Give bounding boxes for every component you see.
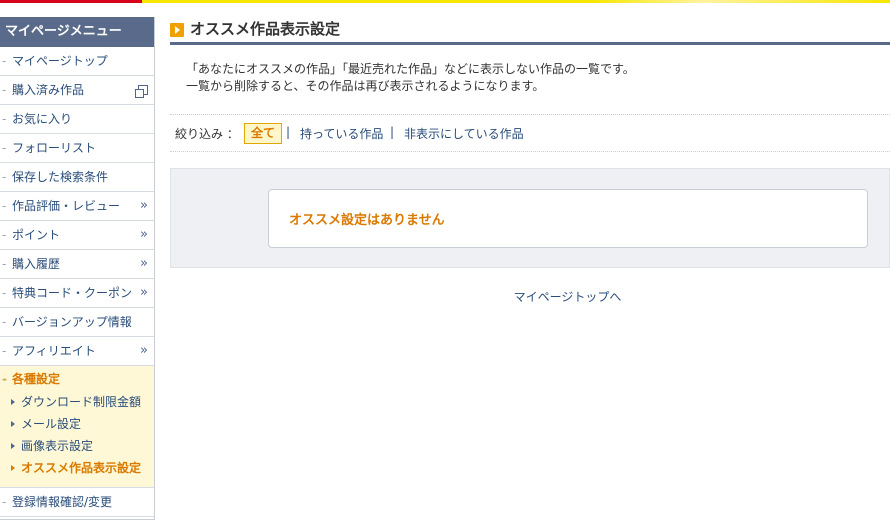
settings-item-label: ダウンロード制限金額 xyxy=(21,395,142,409)
dash-marker: - xyxy=(2,170,7,184)
dash-marker: - xyxy=(2,315,7,329)
settings-item-image-display[interactable]: 画像表示設定 xyxy=(0,435,154,457)
sidebar: マイページメニュー - マイページトップ - 購入済み作品 - お気に入り - … xyxy=(0,17,155,520)
settings-item-label: オススメ作品表示設定 xyxy=(21,461,142,475)
sidebar-item-label: フォローリスト xyxy=(12,141,97,155)
sidebar-item-label: お気に入り xyxy=(12,112,73,126)
play-arrow-icon xyxy=(170,23,184,37)
top-accent-yellow xyxy=(142,0,890,3)
dash-marker: - xyxy=(2,83,7,97)
settings-item-recommend-display[interactable]: オススメ作品表示設定 xyxy=(0,457,154,479)
sidebar-item-account-info[interactable]: - 登録情報確認/変更 xyxy=(0,488,154,517)
settings-heading-label: 各種設定 xyxy=(12,372,61,386)
settings-heading[interactable]: - 各種設定 xyxy=(0,366,154,391)
sidebar-item-follow-list[interactable]: - フォローリスト xyxy=(0,134,154,163)
dash-marker: - xyxy=(2,228,7,242)
triangle-right-icon xyxy=(11,465,15,471)
sidebar-item-label: マイページトップ xyxy=(12,54,108,68)
dash-marker: - xyxy=(2,344,7,358)
page-description: 「あなたにオススメの作品」「最近売れた作品」などに表示しない作品の一覧です。 一… xyxy=(186,61,876,95)
filter-owned-link[interactable]: 持っている作品 xyxy=(300,125,383,142)
sidebar-item-label: 登録情報確認/変更 xyxy=(12,495,113,509)
page-title: オススメ作品表示設定 xyxy=(190,20,341,38)
sidebar-item-coupons[interactable]: - 特典コード・クーポン » xyxy=(0,279,154,308)
chevron-right-icon: » xyxy=(140,285,148,300)
sidebar-item-label: 保存した検索条件 xyxy=(12,170,109,184)
results-area: オススメ設定はありません xyxy=(170,168,890,268)
empty-notice: オススメ設定はありません xyxy=(268,189,868,248)
chevron-right-icon: » xyxy=(140,198,148,213)
triangle-right-icon xyxy=(11,421,15,427)
sidebar-item-affiliate[interactable]: - アフィリエイト » xyxy=(0,337,154,366)
sidebar-item-purchase-history[interactable]: - 購入履歴 » xyxy=(0,250,154,279)
sidebar-item-label: 購入履歴 xyxy=(12,257,61,271)
dash-marker: - xyxy=(2,199,7,213)
chevron-right-icon: » xyxy=(140,227,148,242)
sidebar-item-points[interactable]: - ポイント » xyxy=(0,221,154,250)
settings-item-mail[interactable]: メール設定 xyxy=(0,413,154,435)
dash-marker: - xyxy=(2,112,7,126)
filter-all-button[interactable]: 全て xyxy=(244,123,283,144)
sidebar-item-label: アフィリエイト xyxy=(12,344,96,358)
sidebar-item-label: 特典コード・クーポン xyxy=(12,286,133,300)
dash-marker: - xyxy=(2,495,7,509)
sidebar-item-version-up[interactable]: - バージョンアップ情報 xyxy=(0,308,154,337)
description-line: 一覧から削除すると、その作品は再び表示されるようになります。 xyxy=(186,79,545,93)
main-content: オススメ作品表示設定 「あなたにオススメの作品」「最近売れた作品」などに表示しな… xyxy=(170,17,890,304)
settings-item-download-limit[interactable]: ダウンロード制限金額 xyxy=(0,391,154,413)
sidebar-item-label: ポイント xyxy=(12,228,61,242)
sidebar-item-label: 作品評価・レビュー xyxy=(12,199,121,213)
sidebar-item-purchased[interactable]: - 購入済み作品 xyxy=(0,76,154,105)
sidebar-item-reviews[interactable]: - 作品評価・レビュー » xyxy=(0,192,154,221)
settings-section: - 各種設定 ダウンロード制限金額 メール設定 画像表示設定 オススメ作品表示設… xyxy=(0,366,154,488)
description-line: 「あなたにオススメの作品」「最近売れた作品」などに表示しない作品の一覧です。 xyxy=(186,62,635,76)
settings-item-label: メール設定 xyxy=(21,417,82,431)
sidebar-heading: マイページメニュー xyxy=(0,17,154,47)
sidebar-item-label: 購入済み作品 xyxy=(12,83,85,97)
filter-separator: | xyxy=(286,125,291,139)
sidebar-item-mypage-top[interactable]: - マイページトップ xyxy=(0,47,154,76)
filter-label: 絞り込み ： xyxy=(175,127,239,141)
top-accent-bar xyxy=(0,0,890,3)
empty-notice-text: オススメ設定はありません xyxy=(289,213,445,228)
mypage-top-link[interactable]: マイページトップへ xyxy=(170,288,890,305)
chevron-right-icon: » xyxy=(140,343,148,358)
filter-separator: | xyxy=(390,125,395,139)
page-title-row: オススメ作品表示設定 xyxy=(170,17,890,45)
dash-marker: - xyxy=(2,141,7,155)
filter-bar: 絞り込み ： 全て | 持っている作品 | 非表示にしている作品 xyxy=(170,114,890,152)
dash-marker: - xyxy=(2,286,7,300)
chevron-right-icon: » xyxy=(140,256,148,271)
sidebar-item-favorites[interactable]: - お気に入り xyxy=(0,105,154,134)
triangle-right-icon xyxy=(11,443,15,449)
top-accent-red xyxy=(0,0,142,3)
sidebar-item-saved-search[interactable]: - 保存した検索条件 xyxy=(0,163,154,192)
triangle-right-icon xyxy=(11,399,15,405)
dash-marker: - xyxy=(2,257,7,271)
settings-item-label: 画像表示設定 xyxy=(21,439,94,453)
dash-marker: - xyxy=(2,372,7,386)
filter-hidden-link[interactable]: 非表示にしている作品 xyxy=(404,125,524,142)
external-window-icon xyxy=(135,85,148,98)
sidebar-item-label: バージョンアップ情報 xyxy=(12,315,132,329)
dash-marker: - xyxy=(2,54,7,68)
